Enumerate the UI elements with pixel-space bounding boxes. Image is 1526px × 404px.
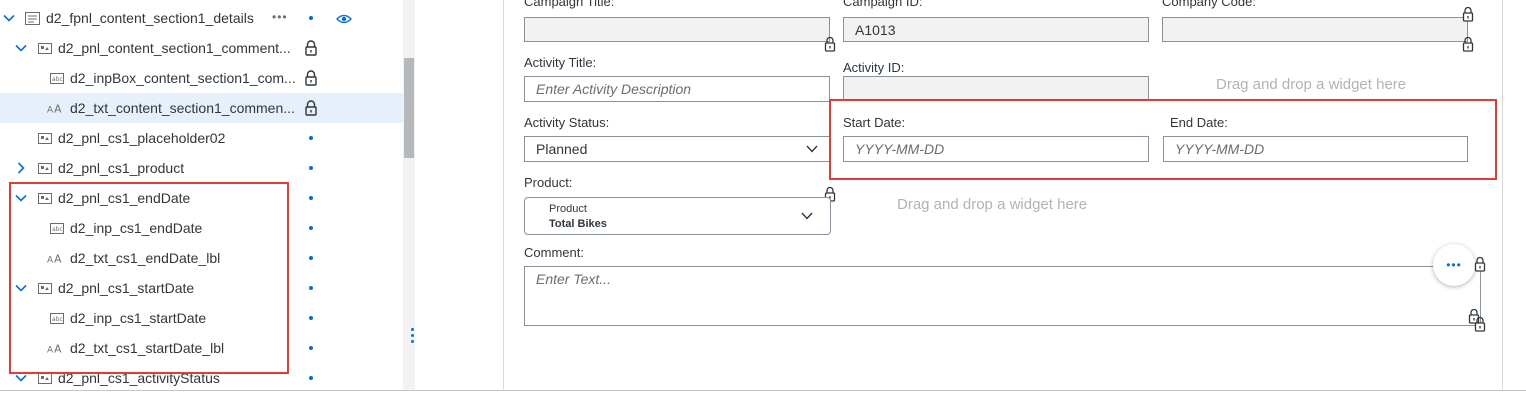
status-dot [309, 286, 313, 290]
highlight-box-canvas [829, 99, 1497, 180]
campaign-id-field[interactable]: A1013 [843, 17, 1149, 42]
comment-label: Comment: [524, 245, 584, 260]
company-code-field[interactable] [1162, 17, 1468, 42]
campaign-title-field[interactable] [524, 17, 830, 42]
activity-title-placeholder: Enter Activity Description [536, 81, 692, 97]
lock-icon[interactable] [304, 40, 318, 56]
tree-item-fpnl-details[interactable]: d2_fpnl_content_section1_details ••• [0, 3, 404, 33]
lock-icon[interactable] [1462, 36, 1474, 52]
dropzone-middle[interactable]: Drag and drop a widget here [897, 196, 1087, 213]
product-dropdown-value: Total Bikes [549, 218, 607, 230]
tree-item-pnl-placeholder02[interactable]: d2_pnl_cs1_placeholder02 [0, 123, 404, 153]
status-dot [309, 316, 313, 320]
panel-icon [37, 131, 53, 145]
chevron-down-icon[interactable] [2, 11, 16, 25]
tree-item-pnl-product[interactable]: d2_pnl_cs1_product [0, 153, 404, 183]
product-dropdown-caption: Product [549, 203, 587, 215]
panel-icon [37, 41, 53, 55]
activity-id-field[interactable] [843, 76, 1149, 101]
tree-item-inpbox-comment[interactable]: abc d2_inpBox_content_section1_com... [0, 63, 404, 93]
lock-icon[interactable] [304, 100, 318, 116]
chevron-down-icon[interactable] [14, 41, 28, 55]
svg-text:abc: abc [52, 76, 63, 83]
eye-icon[interactable] [336, 12, 352, 24]
lock-icon[interactable] [1474, 256, 1486, 272]
status-dot [309, 16, 313, 20]
lock-icon[interactable] [1474, 316, 1486, 332]
tree-item-label: d2_inpBox_content_section1_com... [70, 70, 296, 86]
activity-title-input[interactable]: Enter Activity Description [524, 76, 830, 102]
tree-item-label: d2_pnl_content_section1_comment... [58, 40, 291, 56]
panel-icon [37, 161, 53, 175]
comment-placeholder: Enter Text... [536, 271, 611, 287]
outline-tree: d2_fpnl_content_section1_details ••• d2_… [0, 0, 404, 392]
activity-status-value: Planned [536, 141, 588, 157]
lock-icon[interactable] [1462, 6, 1474, 22]
more-options-icon[interactable]: ••• [272, 10, 288, 24]
company-code-label: Company Code: [1162, 0, 1256, 9]
tree-item-label: d2_txt_content_section1_commen... [70, 100, 295, 116]
chevron-right-icon[interactable] [14, 161, 28, 175]
status-dot [309, 226, 313, 230]
dropzone-top-right[interactable]: Drag and drop a widget here [1216, 76, 1406, 93]
chevron-down-icon [806, 145, 818, 153]
campaign-title-label: Campaign Title: [524, 0, 615, 9]
tree-item-txt-comment[interactable]: AA d2_txt_content_section1_commen... [0, 93, 404, 123]
window-bottom-edge [0, 390, 1526, 404]
lock-icon[interactable] [824, 36, 836, 52]
input-field-icon: abc [49, 71, 65, 85]
activity-status-label: Activity Status: [524, 115, 610, 130]
highlight-box-tree [9, 182, 289, 374]
activity-id-label: Activity ID: [843, 60, 905, 75]
status-dot [309, 196, 313, 200]
comment-textarea[interactable]: Enter Text... [524, 266, 1481, 326]
status-dot [309, 376, 313, 380]
svg-text:A: A [54, 102, 62, 114]
more-actions-button[interactable]: ••• [1433, 244, 1475, 286]
text-widget-icon: AA [47, 101, 63, 115]
product-dropdown[interactable]: Product Total Bikes [524, 197, 831, 235]
activity-title-label: Activity Title: [524, 55, 597, 70]
status-dot [309, 166, 313, 170]
svg-text:A: A [47, 105, 53, 114]
campaign-id-value: A1013 [855, 21, 896, 38]
status-dot [309, 256, 313, 260]
tree-item-label: d2_pnl_cs1_placeholder02 [58, 130, 226, 146]
activity-status-select[interactable]: Planned [524, 136, 830, 162]
flow-panel-icon [24, 11, 40, 25]
status-dot [309, 136, 313, 140]
lock-icon[interactable] [304, 70, 318, 86]
campaign-id-label: Campaign ID: [843, 0, 923, 9]
tree-item-pnl-comment[interactable]: d2_pnl_content_section1_comment... [0, 33, 404, 63]
tree-item-label: d2_pnl_cs1_product [58, 160, 185, 176]
tree-item-label: d2_fpnl_content_section1_details [46, 10, 254, 26]
product-label: Product: [524, 175, 573, 190]
status-dot [309, 346, 313, 350]
tree-scrollbar-thumb[interactable] [404, 58, 414, 158]
chevron-down-icon [801, 212, 813, 220]
